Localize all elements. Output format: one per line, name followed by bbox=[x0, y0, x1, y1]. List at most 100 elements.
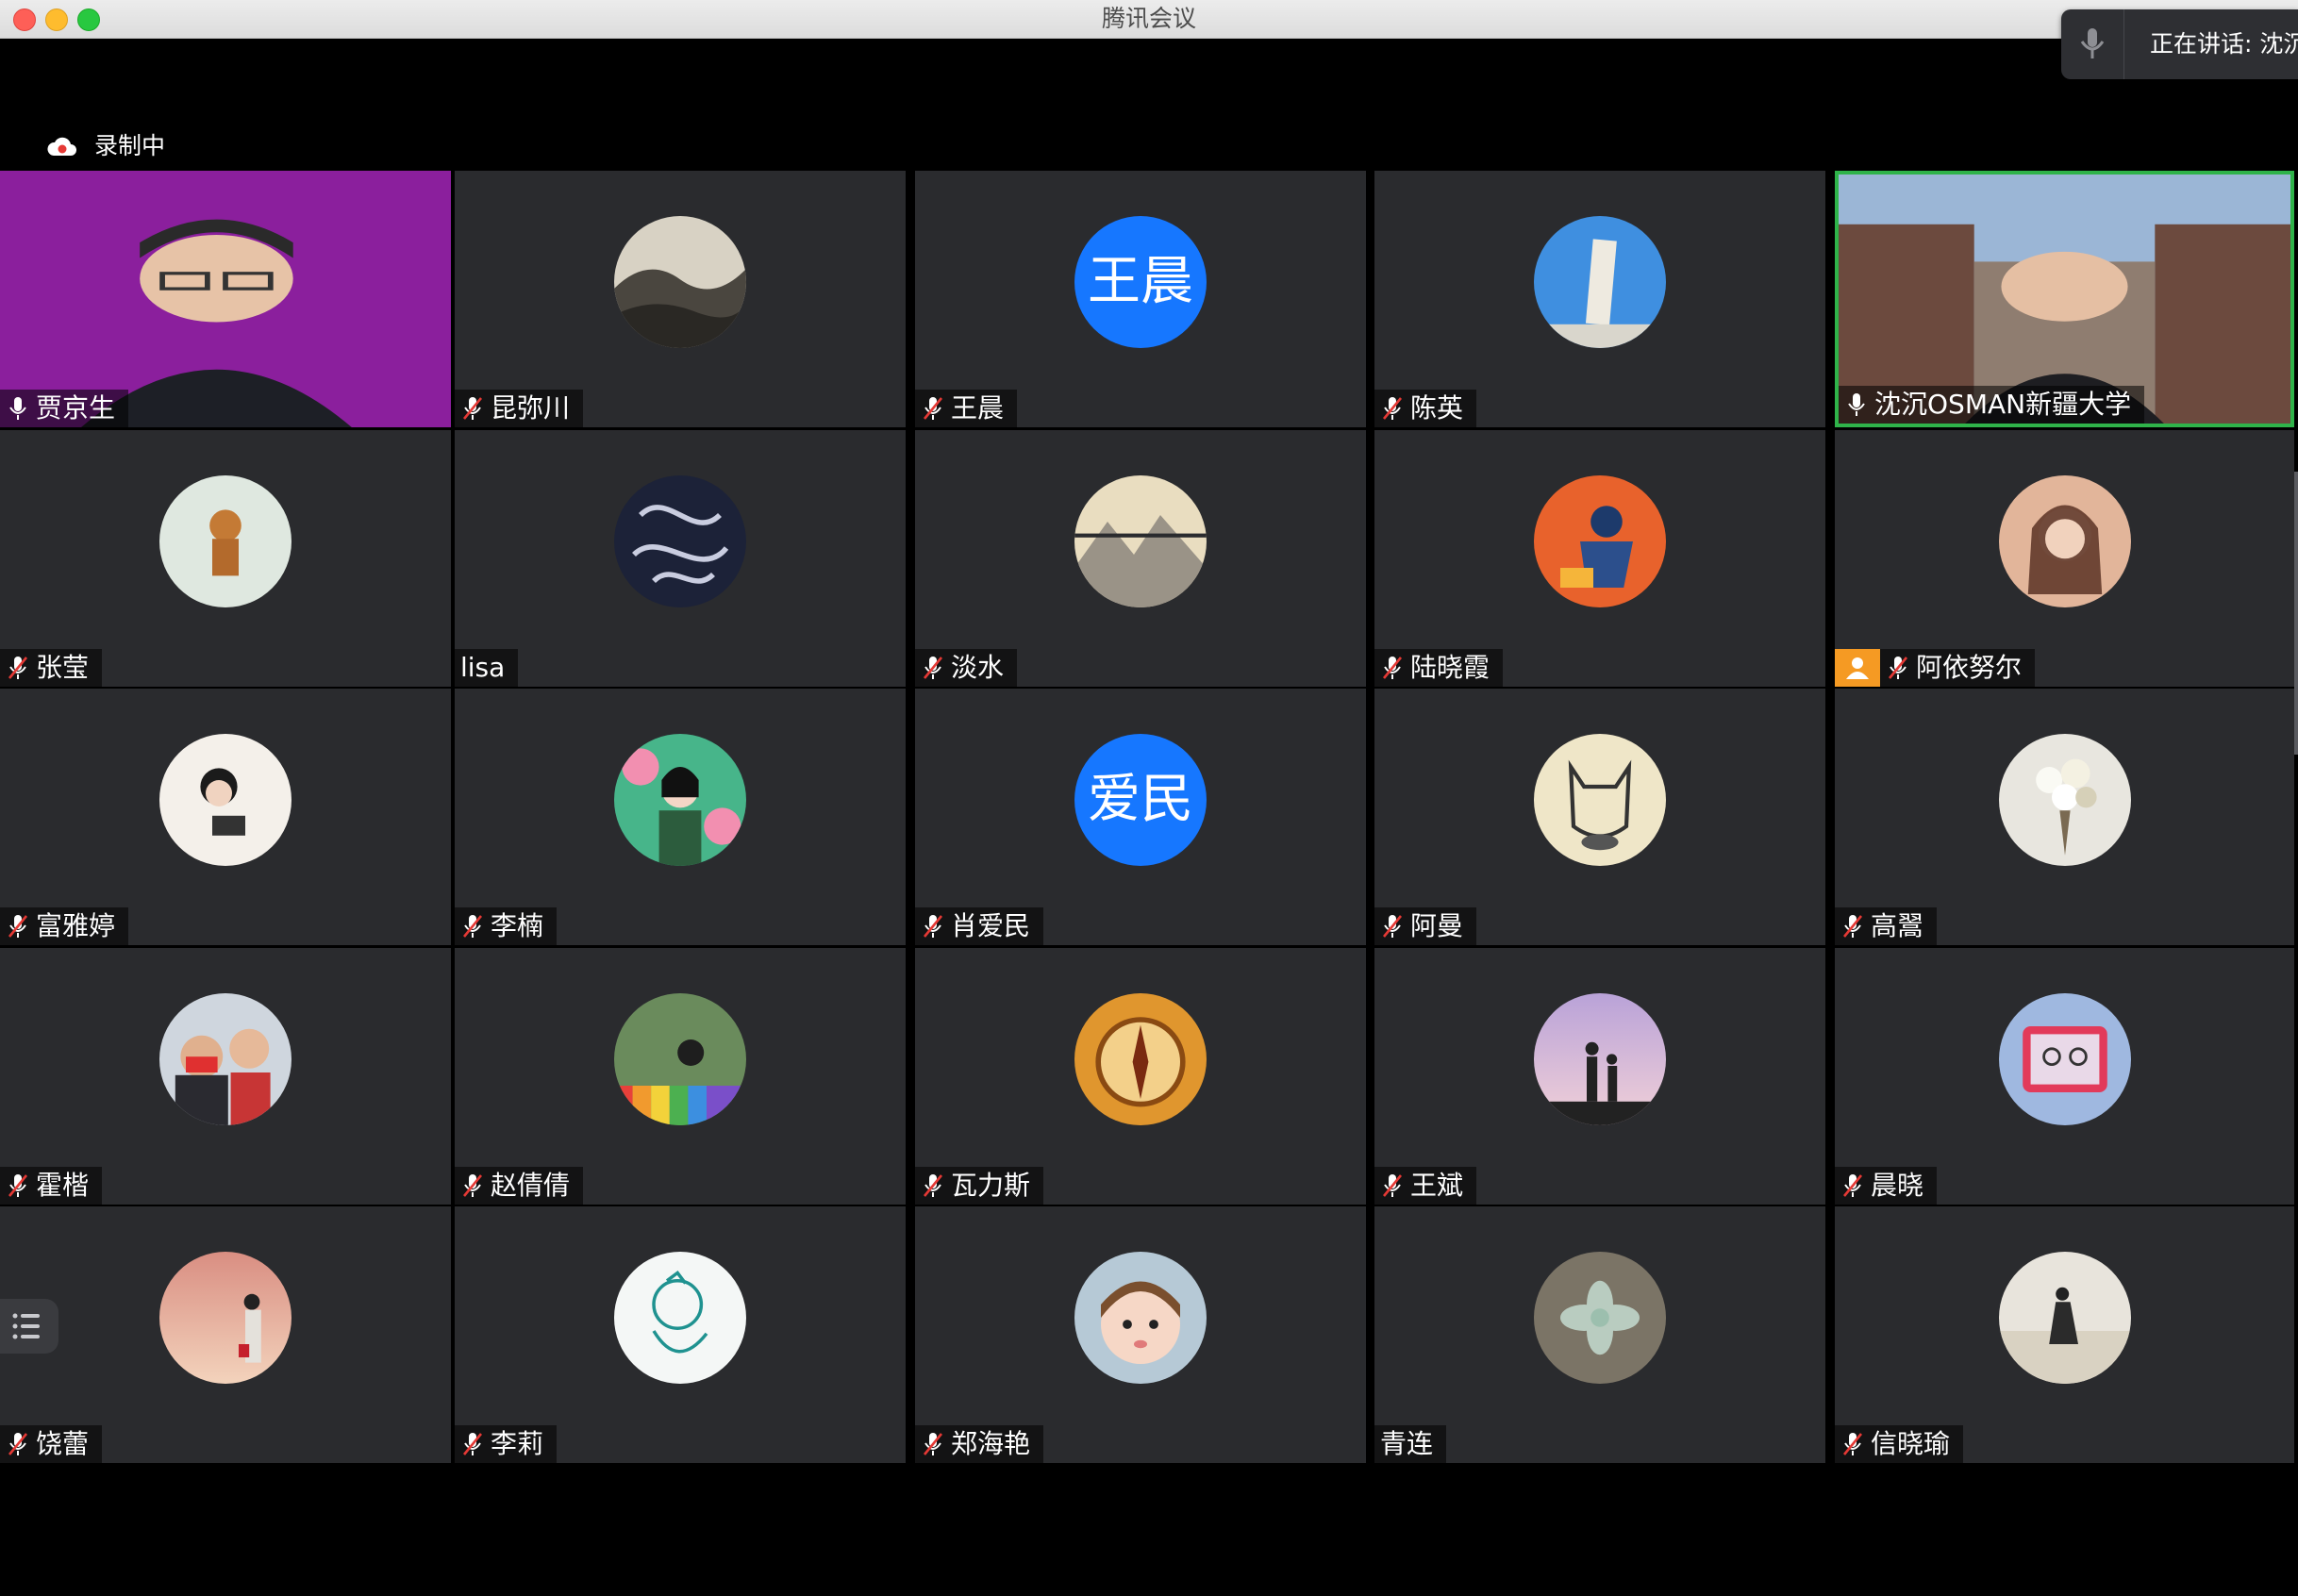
participant-name: 陆晓霞 bbox=[1410, 652, 1490, 683]
participant-name: 李莉 bbox=[491, 1428, 544, 1459]
mic-muted-icon bbox=[1382, 657, 1403, 679]
participant-tile[interactable]: 阿依努尔 bbox=[1835, 430, 2294, 687]
participant-nameplate: 饶蕾 bbox=[0, 1425, 103, 1463]
speaking-label: 正在讲话: 沈沉 bbox=[2150, 30, 2298, 58]
participant-name: 阿依努尔 bbox=[1916, 652, 2023, 683]
ink-landscape-avatar bbox=[614, 216, 746, 348]
participant-name: 王晨 bbox=[951, 392, 1005, 424]
mic-muted-icon bbox=[923, 397, 943, 420]
participant-nameplate: 李莉 bbox=[455, 1425, 558, 1463]
participant-nameplate: 青连 bbox=[1374, 1425, 1447, 1463]
speaking-indicator[interactable]: 正在讲话: 沈沉 bbox=[2061, 9, 2298, 79]
participant-tile[interactable]: 昆弥川 bbox=[455, 171, 906, 427]
participant-tile[interactable]: 陆晓霞 bbox=[1374, 430, 1825, 687]
participant-nameplate: 瓦力斯 bbox=[915, 1167, 1044, 1205]
mic-muted-icon bbox=[8, 657, 28, 679]
participant-tile[interactable]: 信晓瑜 bbox=[1835, 1206, 2294, 1463]
child-face-avatar bbox=[1074, 1252, 1207, 1384]
participant-nameplate: 高翯 bbox=[1835, 907, 1938, 945]
mic-muted-icon bbox=[1382, 397, 1403, 420]
participant-name: 肖爱民 bbox=[951, 910, 1031, 941]
parent-child-silhouette-avatar bbox=[1534, 993, 1666, 1125]
mic-muted-icon bbox=[923, 915, 943, 938]
participant-tile[interactable]: 瓦力斯 bbox=[915, 948, 1366, 1205]
participant-tile[interactable]: 阿曼 bbox=[1374, 689, 1825, 945]
participant-tile[interactable]: 富雅婷 bbox=[0, 689, 451, 945]
participant-tile[interactable]: lisa bbox=[455, 430, 906, 687]
participant-tile[interactable]: 张莹 bbox=[0, 430, 451, 687]
participant-nameplate: 王晨 bbox=[915, 390, 1018, 427]
participant-name: 赵倩倩 bbox=[491, 1170, 571, 1201]
participant-tile[interactable]: 青连 bbox=[1374, 1206, 1825, 1463]
line-drawing-avatar bbox=[614, 1252, 746, 1384]
list-icon bbox=[12, 1313, 40, 1339]
participant-tile[interactable]: 沈沉OSMAN新疆大学 bbox=[1835, 171, 2294, 427]
recording-cloud-icon bbox=[47, 137, 76, 156]
participant-name: 瓦力斯 bbox=[951, 1170, 1031, 1201]
participant-nameplate: 淡水 bbox=[915, 649, 1018, 687]
participant-tile[interactable]: 霍楷 bbox=[0, 948, 451, 1205]
participant-nameplate: 阿依努尔 bbox=[1880, 649, 2036, 687]
participant-name: 贾京生 bbox=[36, 392, 116, 424]
side-scroll-strip[interactable] bbox=[2294, 472, 2298, 755]
participant-tile[interactable]: 晨晓 bbox=[1835, 948, 2294, 1205]
participant-tile[interactable]: 赵倩倩 bbox=[455, 948, 906, 1205]
participant-name: 淡水 bbox=[951, 652, 1005, 683]
mic-muted-icon bbox=[1842, 915, 1863, 938]
mic-muted-icon bbox=[462, 915, 483, 938]
participant-name: 王斌 bbox=[1410, 1170, 1464, 1201]
participant-tile[interactable]: 爱民 肖爱民 bbox=[915, 689, 1366, 945]
participant-tile[interactable]: 李莉 bbox=[455, 1206, 906, 1463]
flower-bouquet-avatar bbox=[1998, 734, 2131, 866]
participant-tile[interactable]: 王晨 王晨 bbox=[915, 171, 1366, 427]
participant-nameplate: 阿曼 bbox=[1374, 907, 1477, 945]
compass-avatar bbox=[1074, 993, 1207, 1125]
woman-portrait-avatar bbox=[1998, 475, 2131, 607]
participant-tile[interactable]: 李楠 bbox=[455, 689, 906, 945]
participant-nameplate: 富雅婷 bbox=[0, 907, 129, 945]
participant-name: 阿曼 bbox=[1410, 910, 1464, 941]
participant-tile[interactable]: 淡水 bbox=[915, 430, 1366, 687]
participant-nameplate: 张莹 bbox=[0, 649, 103, 687]
participant-tile[interactable]: 贾京生 bbox=[0, 171, 451, 427]
participant-nameplate: 晨晓 bbox=[1835, 1167, 1938, 1205]
participant-name: 信晓瑜 bbox=[1871, 1428, 1951, 1459]
participant-nameplate: 信晓瑜 bbox=[1835, 1425, 1964, 1463]
participant-name: 李楠 bbox=[491, 910, 544, 941]
participant-nameplate: 赵倩倩 bbox=[455, 1167, 584, 1205]
participant-tile[interactable]: 高翯 bbox=[1835, 689, 2294, 945]
sunset-woman-avatar bbox=[159, 1252, 291, 1384]
participant-name: 高翯 bbox=[1871, 910, 1924, 941]
participant-nameplate: 李楠 bbox=[455, 907, 558, 945]
misty-mountain-avatar bbox=[1074, 475, 1207, 607]
batman-sketch-avatar bbox=[1534, 734, 1666, 866]
participant-nameplate: 昆弥川 bbox=[455, 390, 584, 427]
text-avatar: 王晨 bbox=[1074, 216, 1207, 348]
participant-grid: 贾京生 昆弥川 王晨 王晨 陈英 沈沉OSMAN新疆大学 张莹 lisa 淡水 陆晓霞 阿依努尔 富雅… bbox=[0, 171, 2298, 1463]
participant-tile[interactable]: 郑海艳 bbox=[915, 1206, 1366, 1463]
woman-with-camera-avatar bbox=[159, 734, 291, 866]
mic-muted-icon bbox=[8, 1174, 28, 1197]
participant-tile[interactable]: 陈英 bbox=[1374, 171, 1825, 427]
participant-tile[interactable]: 王斌 bbox=[1374, 948, 1825, 1205]
mic-muted-icon bbox=[462, 397, 483, 420]
leaning-tower-avatar bbox=[1534, 216, 1666, 348]
participant-nameplate: 陆晓霞 bbox=[1374, 649, 1504, 687]
participant-name: 饶蕾 bbox=[36, 1428, 90, 1459]
participant-name: 沈沉OSMAN新疆大学 bbox=[1874, 389, 2132, 420]
participant-name: 青连 bbox=[1380, 1428, 1434, 1459]
participant-name: 郑海艳 bbox=[951, 1428, 1031, 1459]
woman-leaves-illustration-avatar bbox=[614, 734, 746, 866]
participant-tile[interactable]: 饶蕾 bbox=[0, 1206, 451, 1463]
participant-nameplate: 霍楷 bbox=[0, 1167, 103, 1205]
participant-list-toggle[interactable] bbox=[0, 1299, 58, 1354]
participant-name: 富雅婷 bbox=[36, 910, 116, 941]
participant-nameplate: 沈沉OSMAN新疆大学 bbox=[1839, 386, 2145, 424]
figurine-avatar bbox=[159, 475, 291, 607]
participant-nameplate: lisa bbox=[455, 649, 519, 687]
participant-nameplate: 陈英 bbox=[1374, 390, 1477, 427]
participant-name: 晨晓 bbox=[1871, 1170, 1924, 1201]
desert-walker-avatar bbox=[1998, 1252, 2131, 1384]
mic-muted-icon bbox=[923, 1433, 943, 1455]
mic-muted-icon bbox=[923, 657, 943, 679]
